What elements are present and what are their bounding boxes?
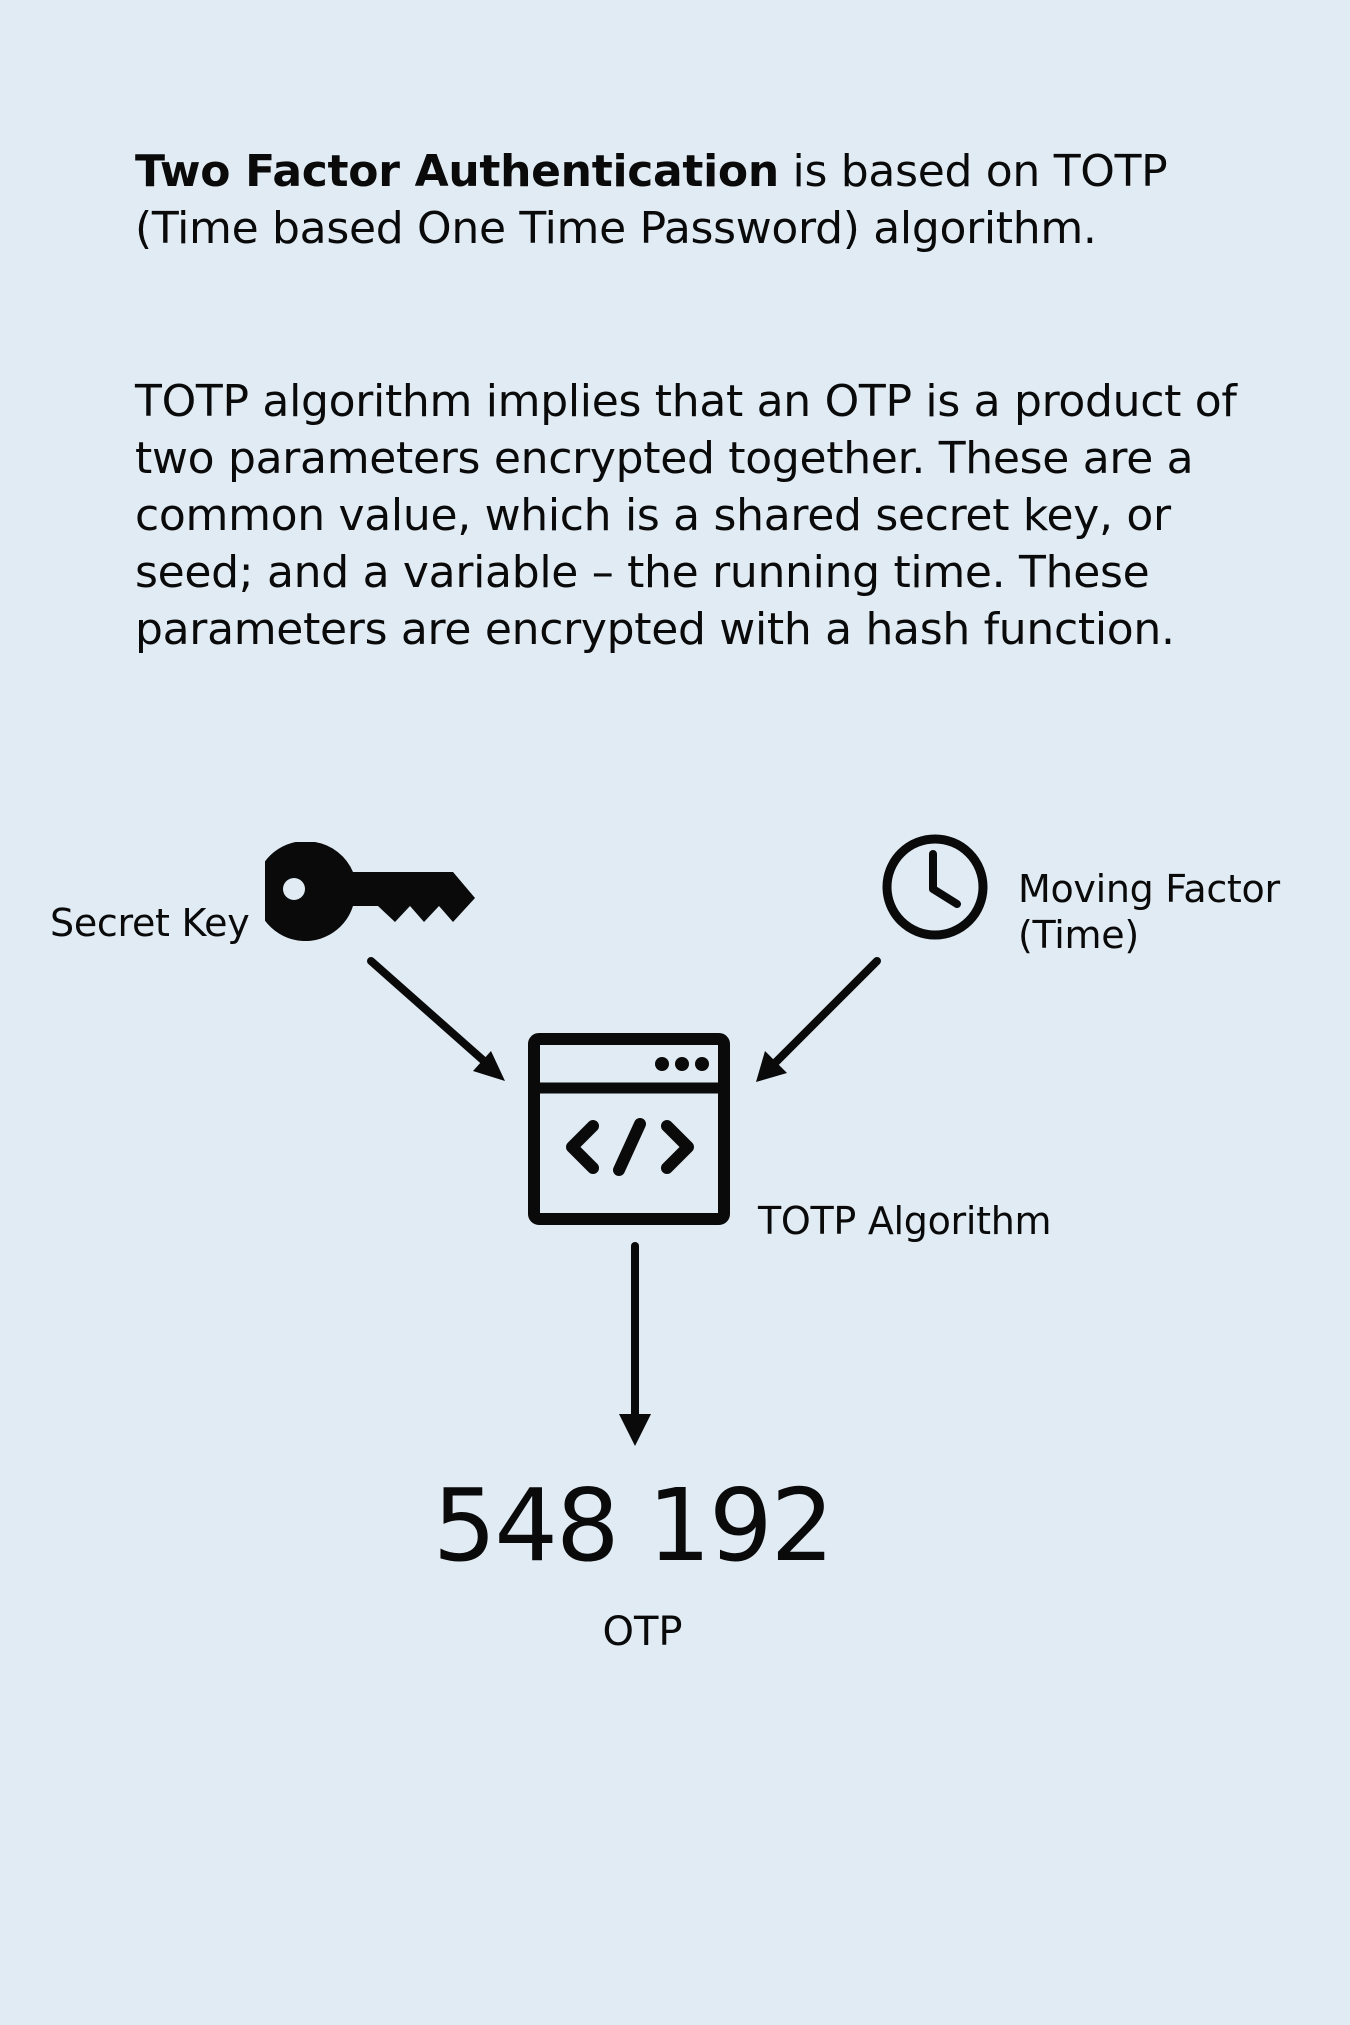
- key-icon: [265, 842, 475, 942]
- intro-bold-term: Two Factor Authentication: [135, 146, 779, 197]
- arrow-algorithm-to-otp: [619, 1242, 651, 1446]
- intro-paragraph: Two Factor Authentication is based on TO…: [135, 143, 1275, 257]
- otp-label: OTP: [602, 1609, 683, 1655]
- arrow-key-to-algorithm: [367, 957, 505, 1081]
- moving-factor-line-1: Moving Factor: [1018, 867, 1280, 911]
- clock-icon: [882, 834, 988, 940]
- otp-value: 548 192: [432, 1467, 835, 1584]
- secret-key-label: Secret Key: [50, 901, 250, 945]
- totp-algorithm-label: TOTP Algorithm: [758, 1199, 1052, 1243]
- description-paragraph: TOTP algorithm implies that an OTP is a …: [135, 376, 1237, 655]
- arrow-clock-to-algorithm: [756, 957, 881, 1082]
- moving-factor-line-2: (Time): [1018, 913, 1139, 957]
- code-window-icon: [528, 1033, 730, 1225]
- moving-factor-label: Moving Factor (Time): [1018, 866, 1280, 958]
